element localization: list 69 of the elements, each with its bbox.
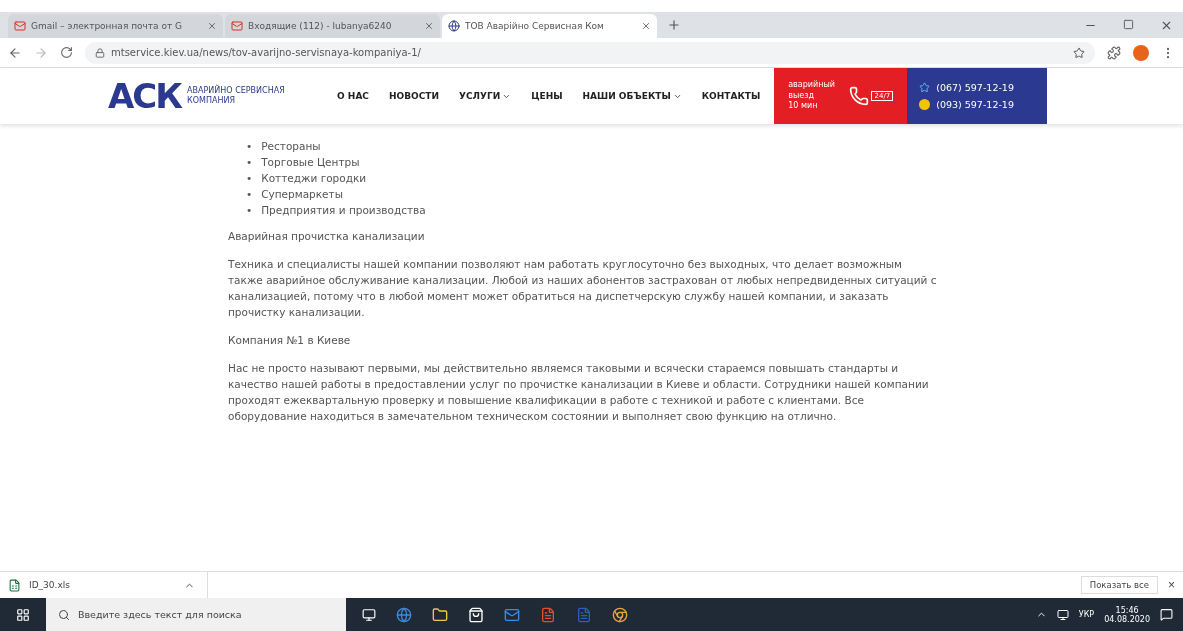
- search-icon: [58, 608, 70, 621]
- globe-icon: [448, 20, 460, 32]
- close-icon[interactable]: [207, 21, 217, 31]
- browser-icon[interactable]: [396, 606, 412, 623]
- bullet: •: [246, 203, 253, 218]
- phone-number[interactable]: (067) 597-12-19: [936, 82, 1014, 93]
- clock-date: 04.08.2020: [1104, 614, 1150, 624]
- star-icon[interactable]: [1073, 46, 1085, 59]
- folder-icon[interactable]: [432, 606, 448, 623]
- mail-icon[interactable]: [504, 606, 520, 623]
- paragraph: Нас не просто называют первыми, мы действительно являемся таковыми и всячески стараемся повышать стандарты и качество нашей работы в предоставлении услуг по прочистке канализации в Киеве и области. Сотрудники нашей компании проходят ежеквартальную проверку и повышение квалификации в работе с техникой и работе с клиентами. Все оборудование находиться в замечательном техническом состоянии и выполняет свою функцию на отлично.: [228, 361, 930, 424]
- spreadsheet-icon: [8, 578, 21, 592]
- chrome-icon[interactable]: [612, 606, 628, 623]
- paragraph: Техника и специалисты нашей компании позволяют нам работать круглосуточно без выходных, что делает возможным также аварийное обслуживание канализации. Любой из наших абонентов застрахован от любых непредвиденных ситуаций с канализацией, потому что в любой момент может обратиться на диспетчерскую службу нашей компании, и заказать прочистку канализации.: [228, 257, 938, 320]
- browser-tab[interactable]: Входящие (112) - lubanya6240: [225, 14, 440, 38]
- nav-link[interactable]: ЦЕНЫ: [531, 91, 563, 101]
- extension-icon[interactable]: [1107, 45, 1121, 60]
- close-icon[interactable]: [641, 21, 651, 31]
- browser-tab[interactable]: Gmail – электронная почта от G: [8, 14, 223, 38]
- logo-caption: АВАРИЙНО СЕРВИСНАЯ КОМПАНИЯ: [187, 86, 286, 106]
- close-icon[interactable]: [424, 21, 434, 31]
- address-bar[interactable]: mtservice.kiev.ua/news/tov-avarijno-servisnaya-kompaniya-1/: [85, 41, 1095, 64]
- download-file-name[interactable]: ID_30.xls: [29, 580, 70, 590]
- search-placeholder: Введите здесь текст для поиска: [78, 609, 242, 620]
- nav-link[interactable]: КОНТАКТЫ: [701, 91, 761, 101]
- list-item: Коттеджи городки: [261, 171, 367, 186]
- tab-title: Gmail – электронная почта от G: [31, 21, 184, 31]
- nav-link[interactable]: НАШИ ОБЪЕКТЫ: [582, 91, 682, 101]
- section-heading: Компания №1 в Киеве: [228, 333, 352, 348]
- logo: АСК: [108, 76, 182, 116]
- windows-icon[interactable]: [16, 607, 30, 622]
- list-item: Предприятия и производства: [261, 203, 426, 218]
- avatar-icon[interactable]: [1133, 44, 1149, 61]
- new-tab-icon[interactable]: [667, 18, 681, 32]
- nav-link[interactable]: УСЛУГИ: [458, 91, 512, 101]
- task-view-icon[interactable]: [362, 607, 376, 622]
- bullet: •: [246, 139, 253, 154]
- bullet: •: [246, 171, 253, 186]
- store-icon[interactable]: [468, 606, 484, 623]
- list-item: Супермаркеты: [261, 187, 343, 202]
- nav-link[interactable]: НОВОСТИ: [388, 91, 439, 101]
- clock-time: 15:46: [1115, 605, 1139, 615]
- browser-tab[interactable]: ТОВ Аварійно Сервисная Ком: [442, 14, 657, 38]
- phone-number[interactable]: (093) 597-12-19: [936, 99, 1014, 110]
- list-item: Рестораны: [261, 139, 321, 154]
- section-heading: Аварийная прочистка канализации: [228, 229, 426, 244]
- url-text: mtservice.kiev.ua/news/tov-avarijno-servisnaya-kompaniya-1/: [111, 47, 421, 58]
- emergency-text: аварийный выезд 10 мин: [788, 79, 835, 113]
- show-all-button[interactable]: Показать все: [1080, 576, 1158, 594]
- phone-icon: [849, 86, 870, 106]
- back-icon[interactable]: [8, 45, 22, 60]
- star-icon: [919, 82, 931, 93]
- close-button[interactable]: ×: [1168, 578, 1175, 592]
- language-indicator[interactable]: УКР: [1078, 610, 1095, 619]
- taskbar-search[interactable]: Введите здесь текст для поиска: [46, 598, 346, 631]
- mail-icon: [231, 20, 243, 32]
- mail-icon: [14, 20, 26, 32]
- bullet: •: [246, 187, 253, 202]
- nav-link[interactable]: О НАС: [337, 91, 369, 101]
- document-icon[interactable]: [540, 606, 556, 623]
- tab-title: Входящие (112) - lubanya6240: [248, 21, 393, 31]
- lock-icon: [95, 47, 105, 58]
- tab-title: ТОВ Аварійно Сервисная Ком: [465, 21, 605, 31]
- maximize-icon[interactable]: [1123, 18, 1134, 30]
- bullet: •: [246, 155, 253, 170]
- operator-icon: [919, 99, 931, 110]
- reload-icon[interactable]: [60, 46, 73, 59]
- list-item: Торговые Центры: [261, 155, 360, 170]
- notification-icon[interactable]: [1160, 608, 1173, 621]
